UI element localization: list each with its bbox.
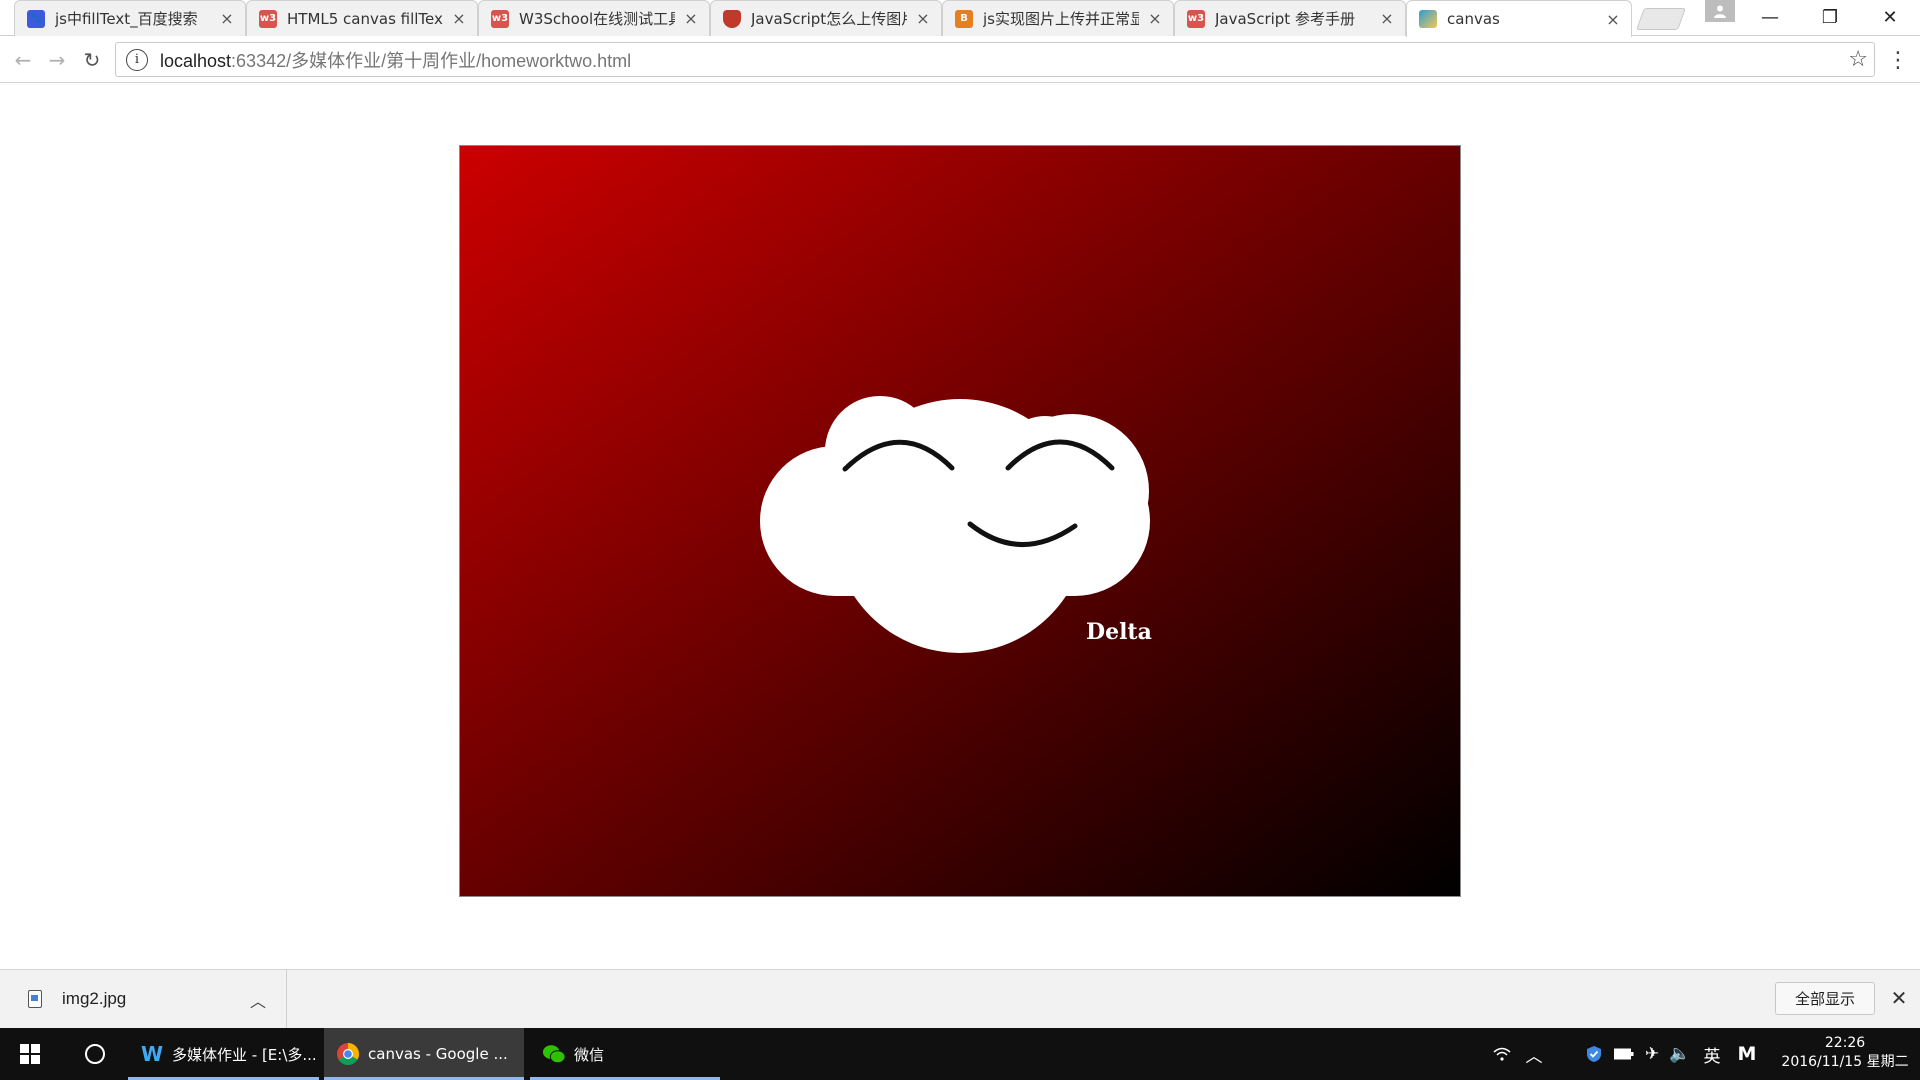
clock-date: 2016/11/15 星期二: [1781, 1054, 1909, 1070]
taskbar-item-webstorm[interactable]: W 多媒体作业 - [E:\多...: [128, 1028, 319, 1080]
webstorm-icon: W: [140, 1042, 164, 1066]
cortana-circle-icon: [85, 1044, 105, 1064]
tab-w3school-tryit[interactable]: w3 W3School在线测试工具 ×: [478, 0, 710, 36]
windows-logo-icon: [20, 1044, 40, 1064]
show-hidden-icons-chevron-icon[interactable]: ︿: [1522, 1042, 1546, 1067]
browser-menu-button[interactable]: ⋮: [1884, 45, 1912, 75]
browser-toolbar: ← → ↻ i localhost:63342/多媒体作业/第十周作业/home…: [0, 37, 1920, 83]
taskbar-item-wechat[interactable]: 微信: [530, 1028, 720, 1080]
tab-js-upload-image[interactable]: JavaScript怎么上传图片 ×: [710, 0, 942, 36]
url-text[interactable]: localhost:63342/多媒体作业/第十周作业/homeworktwo.…: [160, 47, 631, 73]
close-icon[interactable]: ×: [217, 9, 237, 28]
system-clock[interactable]: 22:26 2016/11/15 星期二: [1770, 1034, 1920, 1072]
webstorm-icon: [1419, 10, 1437, 28]
close-icon[interactable]: ×: [1377, 9, 1397, 28]
show-all-downloads-button[interactable]: 全部显示: [1775, 982, 1875, 1015]
restore-button[interactable]: ❐: [1800, 0, 1860, 34]
more-vert-icon: ⋮: [1887, 47, 1909, 73]
security-shield-icon[interactable]: [1582, 1042, 1606, 1066]
site-info-icon[interactable]: i: [126, 48, 148, 71]
tab-title: W3School在线测试工具: [519, 10, 675, 28]
reload-button[interactable]: ↻: [75, 37, 109, 83]
close-icon[interactable]: ×: [681, 9, 701, 28]
url-path: :63342/多媒体作业/第十周作业/homeworktwo.html: [231, 50, 632, 71]
download-shelf: img2.jpg ︿ 全部显示 ✕: [0, 969, 1920, 1028]
download-file-name: img2.jpg: [62, 989, 127, 1008]
taskbar-item-label: 多媒体作业 - [E:\多...: [172, 1045, 317, 1064]
battery-icon[interactable]: [1612, 1042, 1636, 1066]
close-icon[interactable]: ×: [1603, 10, 1623, 29]
chrome-icon: [336, 1042, 360, 1066]
forward-button[interactable]: →: [40, 37, 74, 83]
windows-taskbar: W 多媒体作业 - [E:\多... canvas - Google ... 微…: [0, 1028, 1920, 1080]
tab-canvas[interactable]: canvas ×: [1406, 0, 1632, 37]
drawing-canvas: Delta: [459, 145, 1461, 897]
close-icon[interactable]: ×: [1145, 9, 1165, 28]
start-button[interactable]: [0, 1028, 60, 1080]
tab-baidu-search[interactable]: 🐾 js中fillText_百度搜索 ×: [14, 0, 246, 36]
close-icon: ✕: [1890, 986, 1908, 1010]
page-viewport: Delta: [0, 84, 1920, 969]
tab-title: canvas: [1447, 10, 1500, 28]
tab-title: HTML5 canvas fillText: [287, 9, 443, 28]
js-logo-icon: B: [955, 9, 973, 28]
ime-language-indicator[interactable]: 英: [1700, 1042, 1724, 1067]
profile-button[interactable]: [1705, 0, 1735, 22]
close-window-button[interactable]: ✕: [1860, 0, 1920, 34]
canvas-label: Delta: [1086, 619, 1152, 645]
person-icon: [1714, 5, 1726, 18]
forward-arrow-icon: →: [48, 48, 66, 72]
baidu-paw-icon: 🐾: [27, 9, 45, 28]
airplane-mode-icon[interactable]: ✈: [1640, 1042, 1664, 1066]
input-method-indicator[interactable]: M: [1735, 1042, 1759, 1066]
new-tab-button[interactable]: [1635, 8, 1687, 30]
tab-title: JavaScript怎么上传图片: [751, 10, 907, 28]
address-bar[interactable]: i localhost:63342/多媒体作业/第十周作业/homeworktw…: [115, 42, 1875, 77]
bookmark-star-icon[interactable]: ☆: [1848, 47, 1868, 72]
wechat-icon: [542, 1042, 566, 1066]
w3school-icon: w3: [1187, 9, 1205, 28]
tab-title: JavaScript 参考手册: [1215, 10, 1355, 28]
close-icon[interactable]: ×: [913, 9, 933, 28]
tab-title: js实现图片上传并正常显示: [983, 10, 1139, 28]
tab-js-image-display[interactable]: B js实现图片上传并正常显示 ×: [942, 0, 1174, 36]
tab-js-reference[interactable]: w3 JavaScript 参考手册 ×: [1174, 0, 1406, 36]
volume-icon[interactable]: 🔈: [1668, 1042, 1692, 1066]
canvas-drawing: Delta: [460, 146, 1460, 896]
back-arrow-icon: ←: [14, 48, 32, 72]
shield-icon: [723, 9, 741, 28]
wifi-icon[interactable]: [1490, 1042, 1514, 1066]
reload-icon: ↻: [83, 48, 101, 72]
clock-time: 22:26: [1824, 1035, 1866, 1051]
chevron-up-icon[interactable]: ︿: [250, 988, 266, 1012]
minimize-button[interactable]: —: [1740, 0, 1800, 34]
taskbar-item-label: 微信: [574, 1045, 605, 1064]
taskbar-item-label: canvas - Google ...: [368, 1045, 508, 1063]
tab-title: js中fillText_百度搜索: [55, 10, 198, 28]
download-item[interactable]: img2.jpg ︿: [0, 970, 287, 1028]
w3school-icon: w3: [491, 9, 509, 28]
w3school-icon: w3: [259, 9, 277, 28]
taskbar-item-chrome[interactable]: canvas - Google ...: [324, 1028, 524, 1080]
close-shelf-button[interactable]: ✕: [1887, 984, 1911, 1012]
back-button[interactable]: ←: [6, 37, 40, 83]
tab-strip: 🐾 js中fillText_百度搜索 × w3 HTML5 canvas fil…: [0, 0, 1920, 37]
close-icon[interactable]: ×: [449, 9, 469, 28]
tab-html5-filltext[interactable]: w3 HTML5 canvas fillText ×: [246, 0, 478, 36]
url-host: localhost: [160, 50, 232, 71]
cortana-button[interactable]: [70, 1028, 120, 1080]
image-file-icon: [28, 990, 42, 1008]
